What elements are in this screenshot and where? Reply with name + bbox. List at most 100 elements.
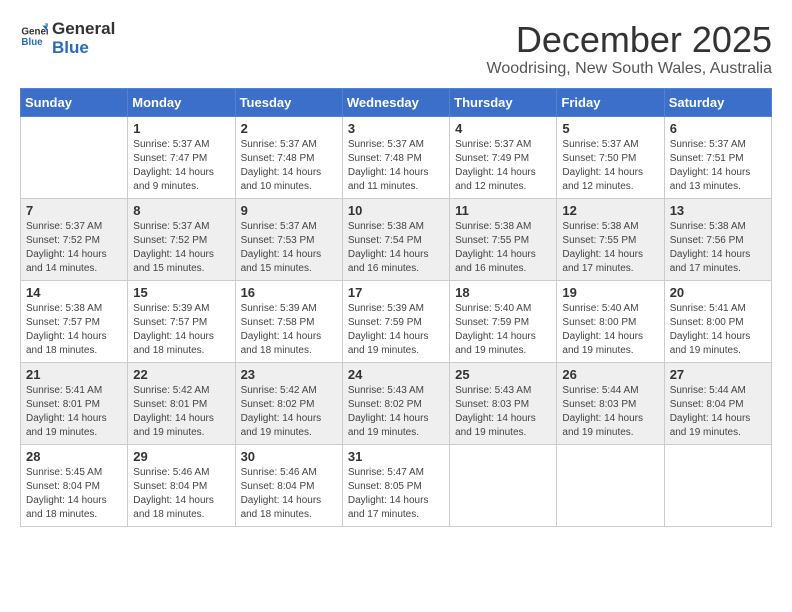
day-number: 8 bbox=[133, 203, 229, 218]
weekday-header: Friday bbox=[557, 88, 664, 116]
day-number: 1 bbox=[133, 121, 229, 136]
day-info: Sunrise: 5:37 AMSunset: 7:49 PMDaylight:… bbox=[455, 138, 551, 194]
calendar-cell: 27 Sunrise: 5:44 AMSunset: 8:04 PMDayligh… bbox=[664, 362, 771, 444]
page-header: General Blue General Blue December 2025 … bbox=[20, 20, 772, 78]
day-info: Sunrise: 5:37 AMSunset: 7:52 PMDaylight:… bbox=[133, 220, 229, 276]
svg-text:General: General bbox=[21, 27, 48, 38]
calendar-cell bbox=[557, 444, 664, 526]
calendar-cell: 22Sunrise: 5:42 AMSunset: 8:01 PMDayligh… bbox=[128, 362, 235, 444]
day-info: Sunrise: 5:42 AMSunset: 8:01 PMDaylight:… bbox=[133, 384, 229, 440]
day-info: Sunrise: 5:43 AMSunset: 8:02 PMDaylight:… bbox=[348, 384, 444, 440]
calendar-cell: 3 Sunrise: 5:37 AMSunset: 7:48 PMDaylight… bbox=[342, 116, 449, 198]
day-number: 29 bbox=[133, 449, 229, 464]
day-number: 18 bbox=[455, 285, 551, 300]
calendar-week-row: 14Sunrise: 5:38 AMSunset: 7:57 PMDayligh… bbox=[21, 280, 772, 362]
weekday-header: Tuesday bbox=[235, 88, 342, 116]
calendar-table: SundayMondayTuesdayWednesdayThursdayFrid… bbox=[20, 88, 772, 527]
weekday-header: Thursday bbox=[450, 88, 557, 116]
day-number: 25 bbox=[455, 367, 551, 382]
calendar-cell: 21 Sunrise: 5:41 AMSunset: 8:01 PMDayligh… bbox=[21, 362, 128, 444]
day-number: 6 bbox=[670, 121, 766, 136]
day-info: Sunrise: 5:42 AMSunset: 8:02 PMDaylight:… bbox=[241, 384, 337, 440]
day-number: 17 bbox=[348, 285, 444, 300]
logo-graphic: General Blue bbox=[20, 22, 48, 55]
day-info: Sunrise: 5:37 AMSunset: 7:48 PMDaylight:… bbox=[241, 138, 337, 194]
day-info: Sunrise: 5:41 AMSunset: 8:00 PMDaylight:… bbox=[670, 302, 766, 358]
calendar-cell bbox=[450, 444, 557, 526]
day-info: Sunrise: 5:37 AMSunset: 7:48 PMDaylight:… bbox=[348, 138, 444, 194]
calendar-week-row: 7 Sunrise: 5:37 AMSunset: 7:52 PMDaylight… bbox=[21, 198, 772, 280]
calendar-cell: 20 Sunrise: 5:41 AMSunset: 8:00 PMDayligh… bbox=[664, 280, 771, 362]
day-info: Sunrise: 5:47 AMSunset: 8:05 PMDaylight:… bbox=[348, 466, 444, 522]
day-info: Sunrise: 5:37 AMSunset: 7:51 PMDaylight:… bbox=[670, 138, 766, 194]
calendar-cell: 11 Sunrise: 5:38 AMSunset: 7:55 PMDayligh… bbox=[450, 198, 557, 280]
day-number: 15 bbox=[133, 285, 229, 300]
logo-general-text: General bbox=[52, 20, 115, 39]
day-info: Sunrise: 5:37 AMSunset: 7:53 PMDaylight:… bbox=[241, 220, 337, 276]
logo-blue-text: Blue bbox=[52, 39, 115, 58]
day-number: 2 bbox=[241, 121, 337, 136]
day-info: Sunrise: 5:38 AMSunset: 7:55 PMDaylight:… bbox=[455, 220, 551, 276]
day-number: 9 bbox=[241, 203, 337, 218]
calendar-cell: 16Sunrise: 5:39 AMSunset: 7:58 PMDayligh… bbox=[235, 280, 342, 362]
day-info: Sunrise: 5:38 AMSunset: 7:57 PMDaylight:… bbox=[26, 302, 122, 358]
calendar-cell bbox=[664, 444, 771, 526]
calendar-cell: 18 Sunrise: 5:40 AMSunset: 7:59 PMDayligh… bbox=[450, 280, 557, 362]
day-number: 31 bbox=[348, 449, 444, 464]
day-info: Sunrise: 5:39 AMSunset: 7:58 PMDaylight:… bbox=[241, 302, 337, 358]
calendar-cell: 19 Sunrise: 5:40 AMSunset: 8:00 PMDayligh… bbox=[557, 280, 664, 362]
day-number: 13 bbox=[670, 203, 766, 218]
day-info: Sunrise: 5:38 AMSunset: 7:56 PMDaylight:… bbox=[670, 220, 766, 276]
calendar-cell: 10 Sunrise: 5:38 AMSunset: 7:54 PMDayligh… bbox=[342, 198, 449, 280]
weekday-header: Wednesday bbox=[342, 88, 449, 116]
day-info: Sunrise: 5:37 AMSunset: 7:50 PMDaylight:… bbox=[562, 138, 658, 194]
calendar-cell: 26 Sunrise: 5:44 AMSunset: 8:03 PMDayligh… bbox=[557, 362, 664, 444]
day-info: Sunrise: 5:44 AMSunset: 8:03 PMDaylight:… bbox=[562, 384, 658, 440]
calendar-cell: 28Sunrise: 5:45 AMSunset: 8:04 PMDayligh… bbox=[21, 444, 128, 526]
calendar-cell: 9 Sunrise: 5:37 AMSunset: 7:53 PMDaylight… bbox=[235, 198, 342, 280]
calendar-week-row: 21 Sunrise: 5:41 AMSunset: 8:01 PMDayligh… bbox=[21, 362, 772, 444]
day-number: 11 bbox=[455, 203, 551, 218]
day-number: 3 bbox=[348, 121, 444, 136]
subtitle: Woodrising, New South Wales, Australia bbox=[487, 60, 772, 78]
day-info: Sunrise: 5:38 AMSunset: 7:54 PMDaylight:… bbox=[348, 220, 444, 276]
day-number: 26 bbox=[562, 367, 658, 382]
calendar-cell: 23Sunrise: 5:42 AMSunset: 8:02 PMDayligh… bbox=[235, 362, 342, 444]
main-title: December 2025 bbox=[487, 20, 772, 60]
day-info: Sunrise: 5:46 AMSunset: 8:04 PMDaylight:… bbox=[241, 466, 337, 522]
day-info: Sunrise: 5:40 AMSunset: 8:00 PMDaylight:… bbox=[562, 302, 658, 358]
calendar-cell bbox=[21, 116, 128, 198]
calendar-cell: 15Sunrise: 5:39 AMSunset: 7:57 PMDayligh… bbox=[128, 280, 235, 362]
calendar-header-row: SundayMondayTuesdayWednesdayThursdayFrid… bbox=[21, 88, 772, 116]
day-number: 20 bbox=[670, 285, 766, 300]
day-info: Sunrise: 5:38 AMSunset: 7:55 PMDaylight:… bbox=[562, 220, 658, 276]
day-number: 27 bbox=[670, 367, 766, 382]
weekday-header: Monday bbox=[128, 88, 235, 116]
calendar-cell: 1Sunrise: 5:37 AMSunset: 7:47 PMDaylight… bbox=[128, 116, 235, 198]
day-number: 10 bbox=[348, 203, 444, 218]
day-number: 21 bbox=[26, 367, 122, 382]
weekday-header: Saturday bbox=[664, 88, 771, 116]
calendar-cell: 25Sunrise: 5:43 AMSunset: 8:03 PMDayligh… bbox=[450, 362, 557, 444]
day-number: 12 bbox=[562, 203, 658, 218]
svg-text:Blue: Blue bbox=[21, 37, 43, 48]
day-info: Sunrise: 5:44 AMSunset: 8:04 PMDaylight:… bbox=[670, 384, 766, 440]
weekday-header: Sunday bbox=[21, 88, 128, 116]
calendar-cell: 13 Sunrise: 5:38 AMSunset: 7:56 PMDayligh… bbox=[664, 198, 771, 280]
calendar-cell: 5Sunrise: 5:37 AMSunset: 7:50 PMDaylight… bbox=[557, 116, 664, 198]
calendar-cell: 4Sunrise: 5:37 AMSunset: 7:49 PMDaylight… bbox=[450, 116, 557, 198]
calendar-week-row: 1Sunrise: 5:37 AMSunset: 7:47 PMDaylight… bbox=[21, 116, 772, 198]
day-number: 28 bbox=[26, 449, 122, 464]
day-info: Sunrise: 5:41 AMSunset: 8:01 PMDaylight:… bbox=[26, 384, 122, 440]
calendar-cell: 24Sunrise: 5:43 AMSunset: 8:02 PMDayligh… bbox=[342, 362, 449, 444]
calendar-week-row: 28Sunrise: 5:45 AMSunset: 8:04 PMDayligh… bbox=[21, 444, 772, 526]
day-info: Sunrise: 5:40 AMSunset: 7:59 PMDaylight:… bbox=[455, 302, 551, 358]
day-number: 7 bbox=[26, 203, 122, 218]
day-info: Sunrise: 5:37 AMSunset: 7:52 PMDaylight:… bbox=[26, 220, 122, 276]
day-info: Sunrise: 5:46 AMSunset: 8:04 PMDaylight:… bbox=[133, 466, 229, 522]
calendar-cell: 29 Sunrise: 5:46 AMSunset: 8:04 PMDayligh… bbox=[128, 444, 235, 526]
day-number: 19 bbox=[562, 285, 658, 300]
calendar-cell: 2 Sunrise: 5:37 AMSunset: 7:48 PMDaylight… bbox=[235, 116, 342, 198]
calendar-cell: 31 Sunrise: 5:47 AMSunset: 8:05 PMDayligh… bbox=[342, 444, 449, 526]
calendar-cell: 12 Sunrise: 5:38 AMSunset: 7:55 PMDayligh… bbox=[557, 198, 664, 280]
